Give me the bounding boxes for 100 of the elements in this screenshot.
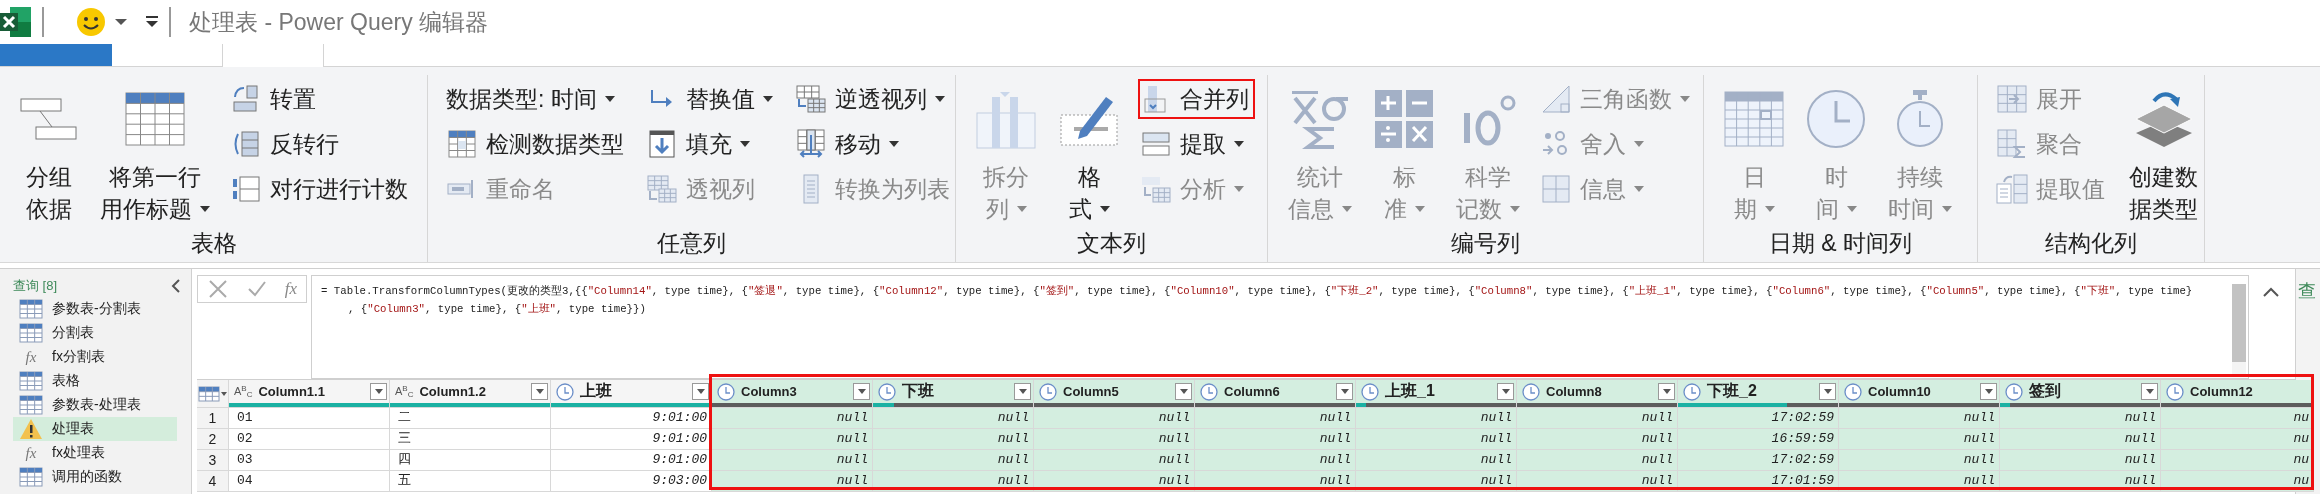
table-cell: null xyxy=(1839,450,2000,471)
ribbon-button[interactable]: 移动 xyxy=(793,124,956,164)
column-filter-button[interactable] xyxy=(1980,383,1997,400)
ribbon-button[interactable]: 替换值 xyxy=(644,79,779,119)
column-header[interactable]: A$^{B}$$_{C}$ Column1.2 xyxy=(390,380,551,408)
row-number: 4 xyxy=(197,471,229,492)
caret-icon xyxy=(1234,141,1244,147)
column-filter-button[interactable] xyxy=(531,383,548,400)
column-header[interactable]: 签到 xyxy=(2000,380,2161,408)
table-icon xyxy=(198,385,220,402)
table-cell: null xyxy=(712,408,873,429)
reverse-rows-icon xyxy=(232,130,260,158)
table-icon xyxy=(19,323,43,343)
table-cell: null xyxy=(873,450,1034,471)
scrollbar[interactable] xyxy=(2232,284,2246,374)
query-item[interactable]: 参数表-处理表 xyxy=(13,393,177,417)
query-item[interactable]: 处理表 xyxy=(13,417,177,441)
clock-icon xyxy=(2166,382,2184,401)
column-filter-button[interactable] xyxy=(1175,383,1192,400)
table-cell: null xyxy=(1356,408,1517,429)
column-header[interactable]: Column12 xyxy=(2161,380,2314,408)
column-header[interactable]: Column10 xyxy=(1839,380,2000,408)
table-menu-button[interactable] xyxy=(197,380,229,408)
ribbon-button[interactable]: 对行进行计数 xyxy=(228,169,414,209)
column-header[interactable]: 下班_2 xyxy=(1678,380,1839,408)
column-header[interactable]: Column6 xyxy=(1195,380,1356,408)
calendar-icon xyxy=(1724,91,1784,147)
column-filter-button[interactable] xyxy=(1819,383,1836,400)
ribbon-button[interactable]: 反转行 xyxy=(228,124,414,164)
table-cell: null xyxy=(1517,429,1678,450)
expand-icon xyxy=(1997,85,2027,113)
table-cell: null xyxy=(1839,408,2000,429)
ribbon-button[interactable]: 数据类型: 时间 xyxy=(444,79,630,119)
column-header[interactable]: 下班 xyxy=(873,380,1034,408)
table-cell: 五 xyxy=(390,471,551,492)
column-filter-button[interactable] xyxy=(370,383,387,400)
column-header[interactable]: Column8 xyxy=(1517,380,1678,408)
caret-icon xyxy=(1234,186,1244,192)
caret-icon xyxy=(1018,389,1027,394)
fill-down-icon xyxy=(649,130,675,158)
table-icon xyxy=(125,92,185,146)
ribbon-button[interactable]: 逆透视列 xyxy=(793,79,956,119)
caret-icon xyxy=(935,96,945,102)
ribbon-button[interactable]: 将第一行 用作标题 xyxy=(96,79,214,225)
column-filter-button[interactable] xyxy=(1658,383,1675,400)
caret-icon xyxy=(200,206,210,212)
column-filter-button[interactable] xyxy=(1336,383,1353,400)
query-item[interactable]: 调用的函数 xyxy=(13,465,177,489)
column-filter-button[interactable] xyxy=(1014,383,1031,400)
caret-icon xyxy=(1846,206,1857,212)
ribbon-button[interactable]: 格 式 xyxy=(1054,79,1124,225)
query-item[interactable]: 参数表-分割表 xyxy=(13,297,177,321)
column-filter-button[interactable] xyxy=(853,383,870,400)
clock-icon xyxy=(1522,382,1540,401)
clock-icon xyxy=(1039,382,1057,401)
caret-icon xyxy=(1099,206,1110,212)
layers-icon xyxy=(2133,89,2194,149)
ribbon-button[interactable]: 合并列 xyxy=(1138,79,1255,119)
table-cell: 17:02:59 xyxy=(1678,408,1839,429)
column-header[interactable]: A$^{B}$$_{C}$ Column1.1 xyxy=(229,380,390,408)
query-item[interactable]: fx fx处理表 xyxy=(13,441,177,465)
collapse-button[interactable] xyxy=(171,278,181,294)
table-icon xyxy=(19,467,43,487)
column-filter-button[interactable] xyxy=(692,383,709,400)
transpose-icon xyxy=(233,85,259,113)
query-item[interactable]: 表格 xyxy=(13,369,177,393)
table-cell: null xyxy=(2000,450,2161,471)
column-name: 下班 xyxy=(902,381,935,401)
clock-icon xyxy=(717,382,735,401)
query-item[interactable]: fx fx分割表 xyxy=(13,345,177,369)
column-header[interactable]: Column3 xyxy=(712,380,873,408)
column-header[interactable]: 上班 xyxy=(551,380,712,408)
column-filter-button[interactable] xyxy=(1497,383,1514,400)
caret-icon xyxy=(604,96,615,102)
group-label: 日期 & 时间列 xyxy=(1767,229,1914,258)
table-icon xyxy=(19,395,43,415)
ribbon-button[interactable]: 检测数据类型 xyxy=(444,124,630,164)
caret-icon xyxy=(1662,389,1671,394)
column-name: Column1.2 xyxy=(419,384,487,399)
row-number: 1 xyxy=(197,408,229,429)
column-header[interactable]: Column5 xyxy=(1034,380,1195,408)
ribbon-button[interactable]: 转置 xyxy=(228,79,414,119)
column-filter-button[interactable] xyxy=(2141,383,2158,400)
table-cell: null xyxy=(1356,429,1517,450)
column-header[interactable]: 上班_1 xyxy=(1356,380,1517,408)
ribbon-button[interactable]: 提取 xyxy=(1138,124,1255,164)
ribbon-button[interactable]: 分组 依据 xyxy=(16,79,82,225)
table-cell: null xyxy=(712,429,873,450)
ribbon-button[interactable]: 填充 xyxy=(644,124,779,164)
triangle-icon xyxy=(1542,85,1570,113)
column-name: 上班_1 xyxy=(1385,381,1436,401)
unpivot-icon xyxy=(796,85,826,113)
ribbon-button[interactable]: 创建数 据类型 xyxy=(2125,79,2202,225)
query-item[interactable]: 分割表 xyxy=(13,321,177,345)
table-cell: null xyxy=(712,450,873,471)
column-name: Column8 xyxy=(1546,384,1603,399)
caret-icon xyxy=(1501,389,1510,394)
merge-columns-icon xyxy=(1144,85,1168,113)
insert-function-button[interactable]: fx xyxy=(284,279,298,299)
formula-field[interactable]: = Table.TransformColumnTypes(更改的类型3,{{"Column14", type time}, {"签退", type time}, {"Column12", type time}, {"签到", type time}, {"Column10", type time}, {"下班_2", type time}, {"Column8", type time}, {"上班_1", type time}, {"Column6", type time}, {"Column5", type time}, {"下班", type time} , {"Column3", type time}, {"上班", type time}}) xyxy=(311,275,2249,379)
